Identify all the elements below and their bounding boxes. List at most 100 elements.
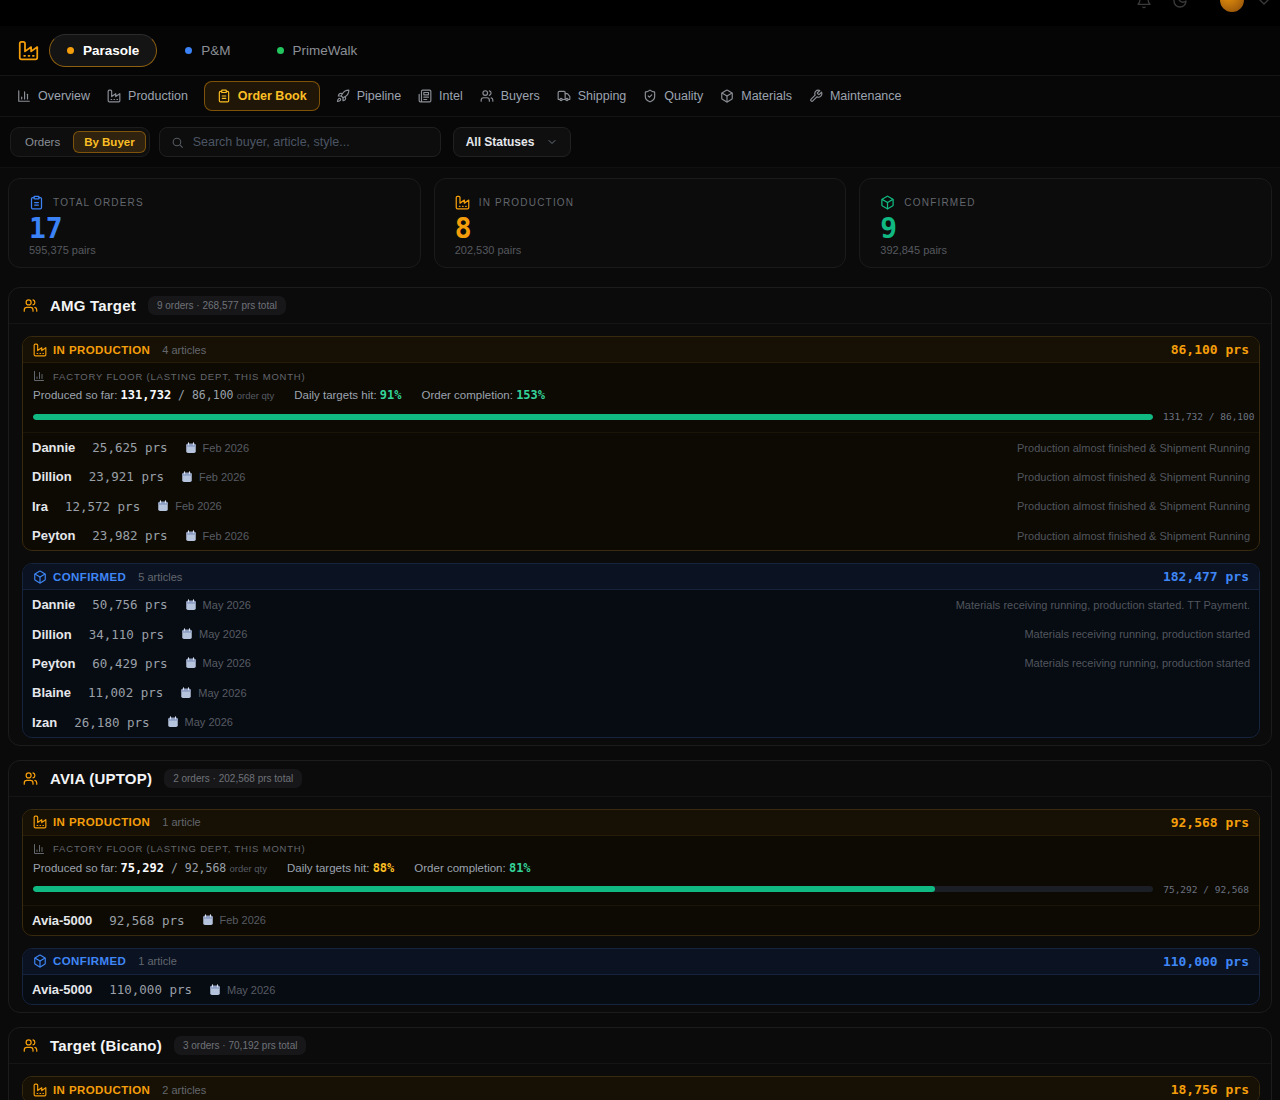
status-filter-value: All Statuses <box>466 135 535 149</box>
factory-icon <box>107 89 121 103</box>
tab-production[interactable]: Production <box>106 81 189 111</box>
buyer-name: Target (Bicano) <box>50 1037 162 1054</box>
brand-dot <box>277 47 284 54</box>
article-name: Ira <box>32 499 48 514</box>
article-row[interactable]: Ira 12,572 prs Feb 2026 Production almos… <box>23 492 1259 521</box>
article-name: Avia-5000 <box>32 982 92 997</box>
article-qty: 26,180 prs <box>74 715 149 730</box>
buyer-header[interactable]: AMG Target 9 orders · 268,577 prs total <box>9 288 1271 324</box>
daily-targets: Daily targets hit: 88% <box>287 861 394 875</box>
article-name: Dannie <box>32 597 75 612</box>
group-label: IN PRODUCTION <box>53 1084 150 1096</box>
article-row[interactable]: Dillion 23,921 prs Feb 2026 Production a… <box>23 462 1259 491</box>
factory-icon <box>33 815 47 829</box>
production-group: IN PRODUCTION 1 article 92,568 prs FACTO… <box>22 809 1260 936</box>
tab-quality[interactable]: Quality <box>642 81 704 111</box>
stat-sub: 202,530 pairs <box>455 244 826 256</box>
stat-label: IN PRODUCTION <box>479 197 575 208</box>
factory-floor-panel: FACTORY FLOOR (LASTING DEPT, THIS MONTH)… <box>23 363 1259 433</box>
production-progress-bar <box>33 886 1153 892</box>
bar-chart-icon <box>17 89 31 103</box>
article-qty: 92,568 prs <box>109 913 184 928</box>
group-count: 4 articles <box>162 344 206 356</box>
brand-dot <box>185 47 192 54</box>
factory-floor-panel: FACTORY FLOOR (LASTING DEPT, THIS MONTH)… <box>23 836 1259 906</box>
article-row[interactable]: Blaine 11,002 prs May 2026 <box>23 678 1259 707</box>
brand-tab-p-m[interactable]: P&M <box>167 34 248 67</box>
nav-tab-label: Maintenance <box>830 89 902 103</box>
article-qty: 23,982 prs <box>92 528 167 543</box>
brand-tab-parasole[interactable]: Parasole <box>49 34 157 67</box>
calendar-icon <box>181 628 193 640</box>
avatar[interactable] <box>1220 0 1244 12</box>
group-label: CONFIRMED <box>53 955 126 967</box>
bar-chart-icon <box>33 843 45 855</box>
article-row[interactable]: Dillion 34,110 prs May 2026 Materials re… <box>23 619 1259 648</box>
article-status: Materials receiving running, production … <box>1024 628 1250 640</box>
tab-maintenance[interactable]: Maintenance <box>808 81 903 111</box>
tab-intel[interactable]: Intel <box>417 81 464 111</box>
app-logo-factory-icon <box>18 40 39 61</box>
people-icon <box>23 298 38 313</box>
buyer-name: AMG Target <box>50 297 136 314</box>
buyer-header[interactable]: AVIA (UPTOP) 2 orders · 202,568 prs tota… <box>9 761 1271 797</box>
calendar-icon <box>181 471 193 483</box>
group-total: 92,568 prs <box>1171 815 1249 830</box>
search-placeholder: Search buyer, article, style... <box>193 135 350 149</box>
article-row[interactable]: Avia-5000 92,568 prs Feb 2026 <box>23 906 1259 935</box>
package-icon <box>33 954 47 968</box>
confirmed-group: CONFIRMED 5 articles 182,477 prs Dannie … <box>22 563 1260 737</box>
article-name: Dillion <box>32 469 72 484</box>
article-row[interactable]: Peyton 23,982 prs Feb 2026 Production al… <box>23 521 1259 550</box>
tab-materials[interactable]: Materials <box>719 81 793 111</box>
calendar-icon <box>167 716 179 728</box>
brand-tab-primewalk[interactable]: PrimeWalk <box>259 34 376 67</box>
notifications-bell-icon[interactable] <box>1136 0 1152 9</box>
article-status: Materials receiving running, production … <box>1024 657 1250 669</box>
tab-order-book[interactable]: Order Book <box>204 81 320 111</box>
brand-bar: Parasole P&M PrimeWalk <box>0 26 1280 76</box>
article-row[interactable]: Peyton 60,429 prs May 2026 Materials rec… <box>23 649 1259 678</box>
article-date: Feb 2026 <box>157 500 221 512</box>
produced-so-far: Produced so far: 75,292 / 92,568 order q… <box>33 861 267 875</box>
article-name: Izan <box>32 715 57 730</box>
group-label: IN PRODUCTION <box>53 816 150 828</box>
truck-icon <box>557 89 571 103</box>
search-input[interactable]: Search buyer, article, style... <box>159 127 441 157</box>
article-row[interactable]: Avia-5000 110,000 prs May 2026 <box>23 975 1259 1004</box>
article-qty: 11,002 prs <box>88 685 163 700</box>
tab-pipeline[interactable]: Pipeline <box>335 81 402 111</box>
article-row[interactable]: Dannie 50,756 prs May 2026 Materials rec… <box>23 590 1259 619</box>
theme-moon-icon[interactable] <box>1172 0 1188 9</box>
article-row[interactable]: Izan 26,180 prs May 2026 <box>23 707 1259 736</box>
article-date: May 2026 <box>185 599 251 611</box>
tab-overview[interactable]: Overview <box>16 81 91 111</box>
article-name: Dillion <box>32 627 72 642</box>
article-qty: 110,000 prs <box>109 982 192 997</box>
article-date: Feb 2026 <box>181 471 245 483</box>
confirmed-group: CONFIRMED 1 article 110,000 prs Avia-500… <box>22 948 1260 1005</box>
article-name: Peyton <box>32 528 75 543</box>
chevron-down-icon[interactable] <box>1256 0 1272 10</box>
tab-shipping[interactable]: Shipping <box>556 81 628 111</box>
buyer-header[interactable]: Target (Bicano) 3 orders · 70,192 prs to… <box>9 1028 1271 1064</box>
stat-sub: 595,375 pairs <box>29 244 400 256</box>
buyer-section-avia-uptop: AVIA (UPTOP) 2 orders · 202,568 prs tota… <box>8 760 1272 1014</box>
filter-bar: OrdersBy Buyer Search buyer, article, st… <box>0 117 1280 168</box>
stats-row: TOTAL ORDERS 17 595,375 pairs IN PRODUCT… <box>8 178 1272 268</box>
view-toggle-orders[interactable]: Orders <box>14 131 71 153</box>
buyer-meta-badge: 2 orders · 202,568 prs total <box>164 769 302 788</box>
group-total: 86,100 prs <box>1171 342 1249 357</box>
tab-buyers[interactable]: Buyers <box>479 81 541 111</box>
buyer-section-target-bicano: Target (Bicano) 3 orders · 70,192 prs to… <box>8 1027 1272 1100</box>
factory-icon <box>455 195 470 210</box>
status-filter-dropdown[interactable]: All Statuses <box>453 127 572 157</box>
stat-card-in-production: IN PRODUCTION 8 202,530 pairs <box>434 178 847 268</box>
calendar-icon <box>185 530 197 542</box>
production-group-header: IN PRODUCTION 1 article 92,568 prs <box>23 810 1259 836</box>
view-toggle-by-buyer[interactable]: By Buyer <box>73 131 146 153</box>
article-row[interactable]: Dannie 25,625 prs Feb 2026 Production al… <box>23 433 1259 462</box>
production-group-header: IN PRODUCTION 2 articles 18,756 prs <box>23 1077 1259 1100</box>
nav-tab-label: Buyers <box>501 89 540 103</box>
nav-tab-label: Shipping <box>578 89 627 103</box>
